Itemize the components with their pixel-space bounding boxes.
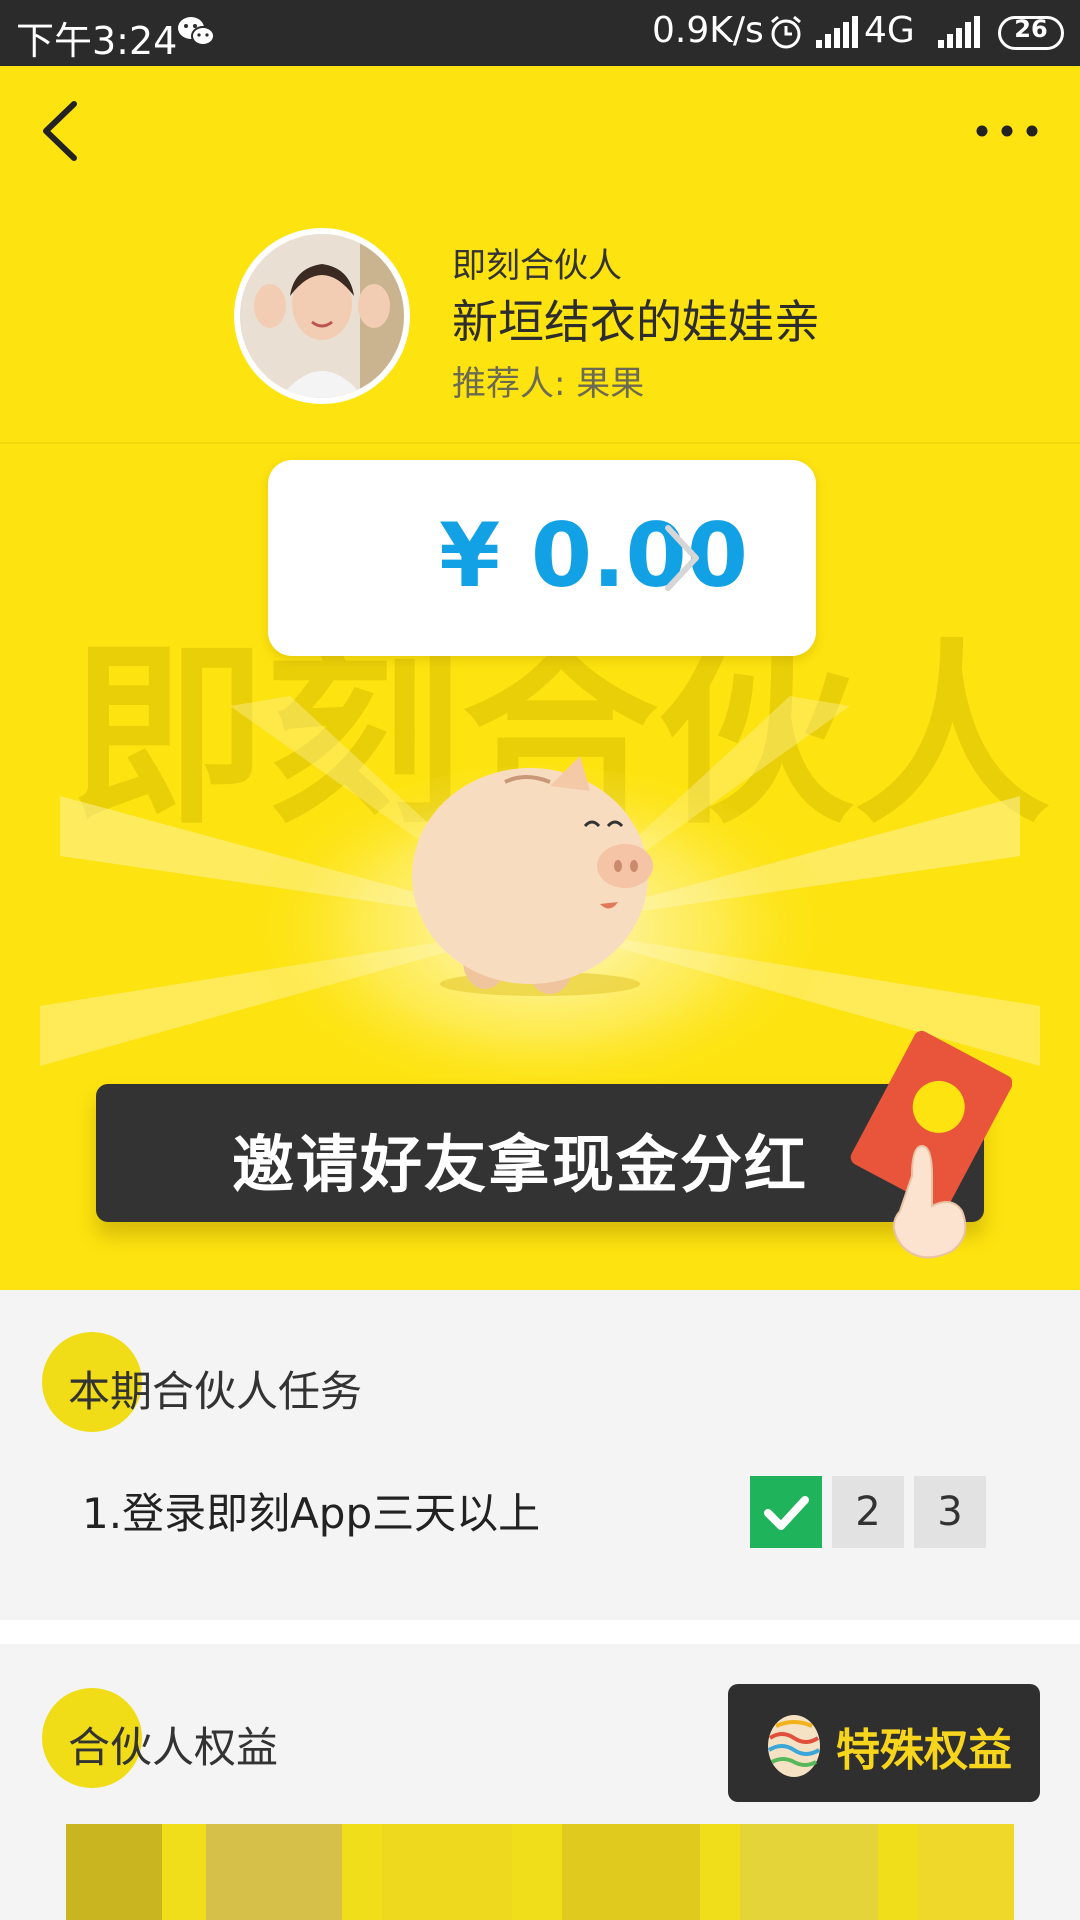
tasks-title: 本期合伙人任务 — [68, 1367, 363, 1416]
alarm-icon — [771, 15, 801, 49]
battery-icon: 26 — [998, 15, 1064, 50]
rights-card[interactable] — [206, 1824, 342, 1920]
special-rights-button[interactable]: 特殊权益 — [728, 1684, 1040, 1802]
wechat-icon — [178, 17, 215, 46]
partner-rights-section: 合伙人权益 特殊权益 — [0, 1644, 1080, 1920]
user-name: 新垣结衣的娃娃亲 — [452, 295, 820, 349]
rights-carousel[interactable] — [66, 1824, 1014, 1920]
avatar-photo — [240, 234, 404, 398]
rights-card[interactable] — [382, 1824, 512, 1920]
day-2-box: 2 — [832, 1476, 904, 1548]
partner-tasks-section: 本期合伙人任务 1.登录即刻App三天以上 2 3 — [0, 1290, 1080, 1620]
balance-card[interactable]: ¥ 0.00 — [268, 460, 816, 656]
network-type: 4G — [864, 10, 915, 51]
network-speed: 0.9K/s — [652, 10, 764, 51]
signal-icon — [938, 16, 980, 48]
status-time: 下午3:24 — [16, 19, 178, 63]
rights-title: 合伙人权益 — [68, 1723, 279, 1772]
section-separator — [0, 1620, 1080, 1644]
more-options-button[interactable] — [974, 116, 1040, 146]
signal-icon — [816, 16, 858, 48]
avatar — [234, 228, 410, 404]
check-icon — [764, 1496, 809, 1530]
status-bar: 下午3:24 0.9K/s 4G 26 — [0, 0, 1080, 66]
partner-hero: 即刻合伙人 新垣结衣的娃娃亲 推荐人: 果果 即刻合伙人 ¥ 0.00 邀请好友… — [0, 66, 1080, 1290]
easter-egg-icon — [767, 1715, 821, 1777]
red-envelope-tap-icon — [850, 1030, 1012, 1259]
chevron-right-icon — [665, 525, 699, 591]
piggy-bank-illustration — [412, 756, 653, 996]
rights-card[interactable] — [562, 1824, 700, 1920]
special-rights-label: 特殊权益 — [836, 1725, 1012, 1776]
rights-card[interactable] — [66, 1824, 162, 1920]
header-divider — [0, 442, 1080, 444]
back-button[interactable] — [36, 96, 86, 166]
referrer-label: 推荐人: 果果 — [452, 364, 645, 404]
battery-level: 26 — [1014, 15, 1048, 43]
rights-card[interactable] — [918, 1824, 1014, 1920]
partner-label: 即刻合伙人 — [452, 246, 622, 286]
task-item: 1.登录即刻App三天以上 — [82, 1489, 541, 1538]
rights-card[interactable] — [740, 1824, 878, 1920]
day-1-done — [750, 1476, 822, 1548]
day-3-box: 3 — [914, 1476, 986, 1548]
